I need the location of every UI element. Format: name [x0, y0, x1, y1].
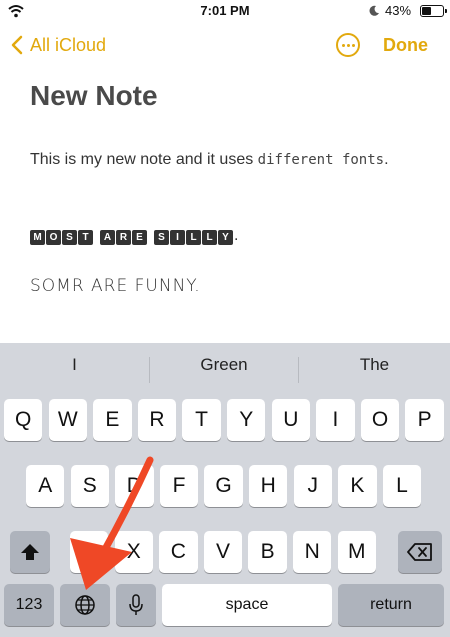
squared-letter: E [132, 230, 147, 245]
note-paragraph-1[interactable]: This is my new note and it uses differen… [30, 146, 425, 174]
key-g[interactable]: G [204, 465, 243, 507]
key-n[interactable]: N [293, 531, 332, 573]
battery-icon [420, 5, 447, 17]
ellipsis-circle-icon[interactable] [336, 33, 360, 57]
squared-letter: L [202, 230, 217, 245]
squared-letter: L [186, 230, 201, 245]
squared-letter: M [30, 230, 45, 245]
nav-bar: All iCloud Done [0, 28, 450, 62]
globe-key[interactable] [60, 584, 110, 626]
key-l[interactable]: L [382, 465, 422, 507]
done-button[interactable]: Done [383, 28, 428, 62]
shift-icon [21, 544, 39, 560]
key-h[interactable]: H [249, 465, 288, 507]
back-label: All iCloud [30, 34, 107, 55]
space-key[interactable]: space [162, 584, 332, 626]
suggestion-2[interactable]: Green [150, 343, 298, 387]
key-e[interactable]: E [93, 399, 132, 441]
back-button[interactable]: All iCloud [10, 28, 106, 62]
status-time: 7:01 PM [200, 3, 250, 18]
moon-icon [369, 5, 379, 16]
backspace-key[interactable] [398, 531, 442, 573]
key-j[interactable]: J [293, 465, 332, 507]
shift-key[interactable] [10, 531, 50, 573]
numbers-key[interactable]: 123 [4, 584, 54, 626]
globe-icon [75, 595, 95, 615]
squared-letter: O [46, 230, 61, 245]
key-c[interactable]: C [159, 531, 198, 573]
squared-letter: T [78, 230, 93, 245]
key-d[interactable]: D [115, 465, 154, 507]
key-o[interactable]: O [360, 399, 400, 441]
key-m[interactable]: M [337, 531, 376, 573]
key-x[interactable]: X [114, 531, 153, 573]
squared-letter: A [100, 230, 115, 245]
suggestion-3[interactable]: The [299, 343, 450, 387]
key-s[interactable]: S [70, 465, 109, 507]
dictation-key[interactable] [116, 584, 156, 626]
key-q[interactable]: Q [4, 399, 43, 441]
note-text-normal: This is my new note and it uses [30, 151, 258, 168]
key-y[interactable]: Y [227, 399, 266, 441]
note-text-end-2: . [234, 227, 239, 244]
squared-letter: I [170, 230, 185, 245]
key-v[interactable]: V [203, 531, 243, 573]
battery-percent: 43% [385, 3, 412, 18]
squared-letters-text: MOSTARESILLY [30, 227, 234, 245]
note-paragraph-2[interactable]: MOSTARESILLY. [30, 227, 238, 245]
key-b[interactable]: B [248, 531, 287, 573]
key-i[interactable]: I [316, 399, 355, 441]
key-p[interactable]: P [405, 399, 444, 441]
note-paragraph-3[interactable]: SOMR ARE FUNNY. [30, 276, 201, 296]
squared-letter: S [154, 230, 169, 245]
status-bar: 7:01 PM 43% [0, 0, 450, 22]
chevron-left-icon [11, 35, 23, 55]
key-f[interactable]: F [159, 465, 199, 507]
keyboard: I Green The QWERTYUIOP ASDFGHJKL ZXCVBNM… [0, 343, 450, 637]
note-title[interactable]: New Note [30, 80, 158, 112]
key-r[interactable]: R [137, 399, 177, 441]
key-u[interactable]: U [271, 399, 310, 441]
backspace-icon [407, 543, 432, 561]
squared-letter: S [62, 230, 77, 245]
note-text-mono: different fonts [257, 152, 385, 168]
suggestion-1[interactable]: I [0, 343, 149, 387]
key-t[interactable]: T [182, 399, 221, 441]
key-k[interactable]: K [338, 465, 377, 507]
battery-level [422, 7, 432, 15]
key-w[interactable]: W [48, 399, 87, 441]
squared-letter: Y [218, 230, 233, 245]
squared-letter: R [116, 230, 131, 245]
microphone-icon [129, 594, 143, 615]
key-z[interactable]: Z [70, 531, 109, 573]
note-text-end: . [384, 151, 389, 168]
return-key[interactable]: return [338, 584, 444, 626]
predictive-bar: I Green The [0, 343, 450, 387]
key-a[interactable]: A [26, 465, 65, 507]
